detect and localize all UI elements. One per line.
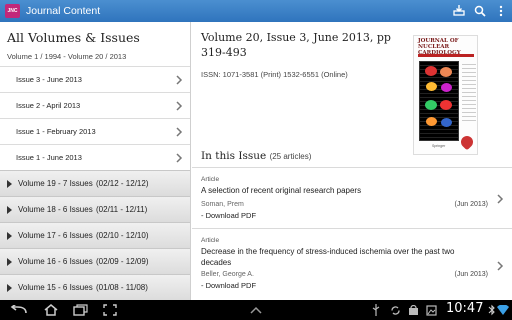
journal-cover-image[interactable]: JOURNAL OF NUCLEAR CARDIOLOGY Springer [413, 35, 478, 155]
expand-triangle-icon [7, 283, 12, 292]
download-pdf-link[interactable]: - Download PDF [201, 281, 256, 290]
system-navigation-bar: 10:47 [0, 300, 512, 320]
issue-heading: Volume 20, Issue 3, June 2013, pp 319-49… [201, 31, 391, 59]
volume-label: Volume 17 - 6 Issues [18, 231, 93, 240]
chevron-right-icon [176, 126, 183, 137]
status-clock: 10:47 [446, 301, 484, 316]
volume-dates: (02/10 - 12/10) [96, 231, 149, 240]
home-button[interactable] [40, 302, 62, 318]
chevron-right-icon [497, 261, 504, 271]
article-count: (25 articles) [269, 152, 312, 161]
article-item[interactable]: Article Decrease in the frequency of str… [192, 228, 512, 300]
article-type: Article [201, 176, 220, 183]
volume-label: Volume 18 - 6 Issues [18, 205, 93, 214]
issue-item[interactable]: Issue 1 - June 2013 [0, 144, 190, 170]
volume-dates: (02/11 - 12/11) [96, 205, 148, 214]
app-icon[interactable]: JNC [5, 4, 20, 18]
volume-item[interactable]: Volume 15 - 6 Issues (01/08 - 11/08) [0, 274, 190, 300]
issue-detail-panel: Volume 20, Issue 3, June 2013, pp 319-49… [192, 22, 512, 300]
chevron-right-icon [176, 74, 183, 85]
cover-contents-lines [462, 64, 476, 124]
heart-logo-icon [458, 133, 476, 151]
issue-label: Issue 3 - June 2013 [16, 75, 82, 84]
image-icon [425, 304, 437, 316]
article-item[interactable]: Article A selection of recent original r… [192, 167, 512, 228]
volume-label: Volume 19 - 7 Issues [18, 179, 93, 188]
action-bar-actions [452, 3, 508, 18]
in-this-issue-label: In this Issue [201, 150, 267, 162]
screenshot-button[interactable] [99, 302, 121, 318]
issue-item[interactable]: Issue 2 - April 2013 [0, 92, 190, 118]
volumes-panel: All Volumes & Issues Volume 1 / 1994 - V… [0, 22, 191, 300]
expand-triangle-icon [7, 257, 12, 266]
volume-dates: (01/08 - 11/08) [96, 283, 148, 292]
cover-divider [418, 54, 474, 57]
download-pdf-link[interactable]: - Download PDF [201, 211, 256, 220]
volume-dates: (02/09 - 12/09) [96, 257, 149, 266]
overflow-menu-icon[interactable] [494, 3, 508, 18]
search-icon[interactable] [473, 3, 487, 18]
issue-list: Issue 3 - June 2013 Issue 2 - April 2013… [0, 66, 190, 170]
action-bar: JNC Journal Content [0, 0, 512, 22]
volume-label: Volume 16 - 6 Issues [18, 257, 93, 266]
expand-triangle-icon [7, 179, 12, 188]
article-title[interactable]: A selection of recent original research … [201, 185, 463, 196]
download-icon[interactable] [452, 3, 466, 18]
back-button[interactable] [8, 302, 30, 318]
volume-item[interactable]: Volume 17 - 6 Issues (02/10 - 12/10) [0, 222, 190, 248]
chevron-right-icon [176, 100, 183, 111]
issn-text: ISSN: 1071-3581 (Print) 1532-6551 (Onlin… [201, 70, 348, 79]
article-title[interactable]: Decrease in the frequency of stress-indu… [201, 246, 463, 268]
volumes-panel-title: All Volumes & Issues [7, 30, 140, 45]
article-date: (Jun 2013) [454, 271, 488, 278]
volume-item[interactable]: Volume 16 - 6 Issues (02/09 - 12/09) [0, 248, 190, 274]
article-authors: Beller, George A. [201, 271, 254, 278]
cover-publisher: Springer [432, 144, 446, 148]
issue-label: Issue 2 - April 2013 [16, 101, 81, 110]
volume-range: Volume 1 / 1994 - Volume 20 / 2013 [7, 52, 127, 61]
article-type: Article [201, 237, 220, 244]
chevron-up-icon[interactable] [245, 302, 267, 318]
volume-label: Volume 15 - 6 Issues [18, 283, 93, 292]
wifi-icon [497, 304, 509, 316]
volume-list: Volume 19 - 7 Issues (02/12 - 12/12) Vol… [0, 170, 190, 300]
usb-icon [370, 304, 382, 316]
app-title: Journal Content [26, 5, 101, 17]
article-authors: Soman, Prem [201, 201, 244, 208]
expand-triangle-icon [7, 231, 12, 240]
chevron-right-icon [497, 194, 504, 204]
cover-scan-images [419, 61, 459, 141]
recent-apps-button[interactable] [70, 302, 92, 318]
in-this-issue-heading: In this Issue (25 articles) [201, 150, 311, 162]
volume-item[interactable]: Volume 19 - 7 Issues (02/12 - 12/12) [0, 170, 190, 196]
issue-item[interactable]: Issue 3 - June 2013 [0, 66, 190, 92]
chevron-right-icon [176, 152, 183, 163]
volume-dates: (02/12 - 12/12) [96, 179, 149, 188]
issue-label: Issue 1 - June 2013 [16, 153, 82, 162]
store-icon [407, 304, 419, 316]
expand-triangle-icon [7, 205, 12, 214]
issue-item[interactable]: Issue 1 - February 2013 [0, 118, 190, 144]
article-date: (Jun 2013) [454, 201, 488, 208]
issue-label: Issue 1 - February 2013 [16, 127, 96, 136]
volume-item[interactable]: Volume 18 - 6 Issues (02/11 - 12/11) [0, 196, 190, 222]
sync-icon [389, 304, 401, 316]
